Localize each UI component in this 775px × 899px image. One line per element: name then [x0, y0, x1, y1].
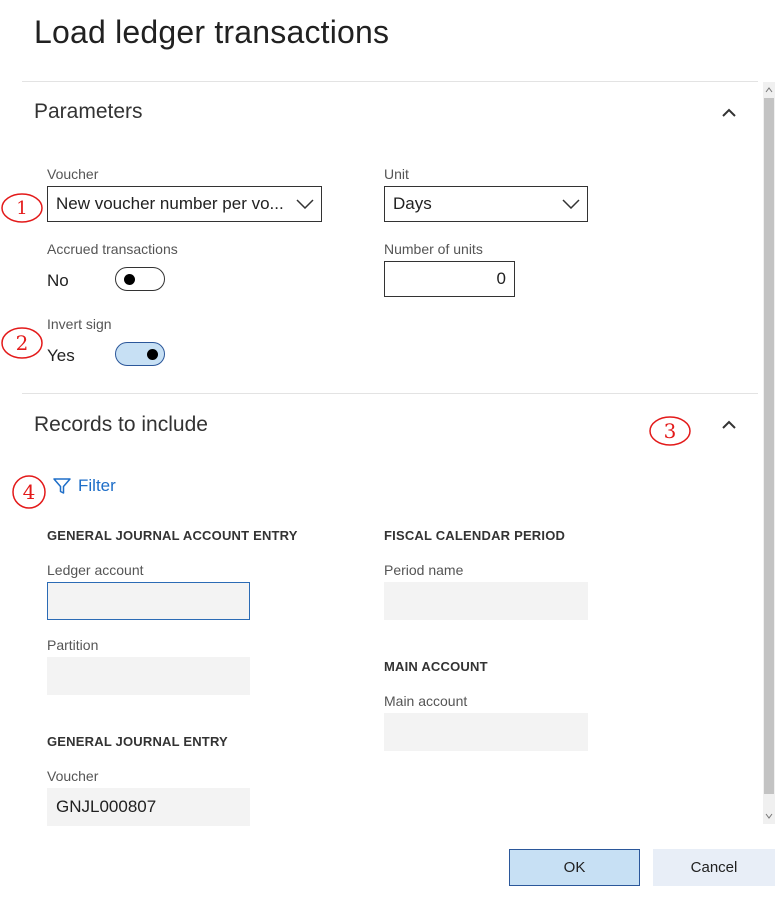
- accrued-transactions-toggle[interactable]: [115, 267, 165, 291]
- journal-voucher-label: Voucher: [47, 768, 99, 784]
- scroll-down-icon[interactable]: [765, 811, 773, 821]
- period-name-label: Period name: [384, 562, 464, 578]
- toggle-knob: [124, 274, 135, 285]
- chevron-up-icon: [722, 420, 736, 429]
- unit-dropdown[interactable]: Days: [384, 186, 588, 222]
- annotation-4: 4: [12, 475, 46, 509]
- accrued-transactions-value: No: [47, 271, 69, 290]
- voucher-dropdown[interactable]: New voucher number per vo...: [47, 186, 322, 222]
- filter-link[interactable]: Filter: [52, 476, 116, 496]
- annotation-1: 1: [1, 193, 43, 223]
- toggle-knob: [147, 349, 158, 360]
- ledger-account-label: Ledger account: [47, 562, 144, 578]
- filter-icon: [53, 478, 71, 494]
- svg-text:4: 4: [23, 480, 36, 504]
- divider-top: [22, 81, 758, 82]
- parameters-collapse-button[interactable]: [716, 100, 742, 126]
- scrollbar-thumb[interactable]: [764, 98, 774, 794]
- invert-sign-value: Yes: [47, 346, 75, 365]
- journal-voucher-input[interactable]: GNJL000807: [47, 788, 250, 826]
- invert-sign-toggle[interactable]: [115, 342, 165, 366]
- unit-dropdown-value: Days: [393, 194, 432, 213]
- general-journal-entry-heading: GENERAL JOURNAL ENTRY: [47, 734, 228, 749]
- records-collapse-button[interactable]: [716, 412, 742, 438]
- partition-input[interactable]: [47, 657, 250, 695]
- number-of-units-label: Number of units: [384, 241, 483, 257]
- cancel-button[interactable]: Cancel: [653, 849, 775, 886]
- filter-label: Filter: [78, 476, 116, 495]
- main-account-heading: MAIN ACCOUNT: [384, 659, 488, 674]
- unit-label: Unit: [384, 166, 409, 182]
- general-journal-account-entry-heading: GENERAL JOURNAL ACCOUNT ENTRY: [47, 528, 298, 543]
- number-of-units-input[interactable]: 0: [384, 261, 515, 297]
- svg-text:2: 2: [16, 331, 29, 355]
- chevron-up-icon: [722, 108, 736, 117]
- main-account-input[interactable]: [384, 713, 588, 751]
- vertical-scrollbar[interactable]: [763, 82, 775, 824]
- partition-label: Partition: [47, 637, 99, 653]
- main-account-label: Main account: [384, 693, 468, 709]
- voucher-dropdown-value: New voucher number per vo...: [56, 194, 284, 213]
- invert-sign-label: Invert sign: [47, 316, 112, 332]
- divider-middle: [22, 393, 758, 394]
- records-section-title: Records to include: [34, 413, 208, 436]
- annotation-3: 3: [649, 416, 691, 446]
- accrued-transactions-label: Accrued transactions: [47, 241, 178, 257]
- ledger-account-input[interactable]: [47, 582, 250, 620]
- svg-text:1: 1: [16, 198, 27, 219]
- annotation-2: 2: [1, 327, 43, 359]
- svg-text:3: 3: [664, 419, 677, 443]
- parameters-section-title: Parameters: [34, 100, 143, 123]
- chevron-down-icon: [555, 187, 587, 221]
- period-name-input[interactable]: [384, 582, 588, 620]
- scroll-up-icon[interactable]: [765, 85, 773, 95]
- fiscal-calendar-period-heading: FISCAL CALENDAR PERIOD: [384, 528, 566, 543]
- voucher-label: Voucher: [47, 166, 99, 182]
- ok-button[interactable]: OK: [509, 849, 640, 886]
- chevron-down-icon: [289, 187, 321, 221]
